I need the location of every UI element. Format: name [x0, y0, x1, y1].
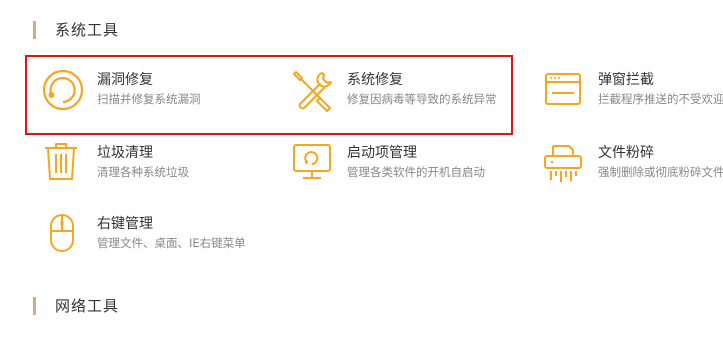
section-accent-bar: [33, 20, 36, 39]
tool-name: 启动项管理: [347, 145, 417, 161]
section-header-network: 网络工具: [33, 295, 119, 316]
refresh-ring-icon: [42, 69, 86, 113]
popup-window-icon: [543, 69, 587, 113]
tool-vulnerability-repair[interactable]: 漏洞修复 扫描并修复系统漏洞: [42, 69, 282, 115]
section-header-system: 系统工具: [33, 19, 119, 40]
tool-name: 系统修复: [347, 72, 403, 88]
tool-name: 右键管理: [97, 216, 153, 232]
section-title: 系统工具: [55, 21, 120, 39]
tool-description: 管理文件、桌面、IE右键菜单: [97, 236, 246, 250]
tool-description: 管理各类软件的开机自启动: [347, 165, 485, 179]
section-accent-bar: [33, 296, 36, 315]
tool-name: 文件粉碎: [598, 145, 654, 161]
tool-system-repair[interactable]: 系统修复 修复因病毒等导致的系统异常: [292, 69, 532, 115]
tool-name: 垃圾清理: [97, 145, 153, 161]
tool-popup-block[interactable]: 弹窗拦截 拦截程序推送的不受欢迎: [543, 69, 723, 115]
tool-description: 拦截程序推送的不受欢迎: [598, 92, 723, 106]
trash-can-icon: [42, 142, 86, 186]
tool-file-shredder[interactable]: 文件粉碎 强制删除或彻底粉碎文件: [543, 142, 723, 188]
tool-junk-cleanup[interactable]: 垃圾清理 清理各种系统垃圾: [42, 142, 282, 188]
wrench-screwdriver-icon: [292, 69, 336, 113]
section-title: 网络工具: [55, 297, 120, 315]
tool-name: 漏洞修复: [97, 72, 153, 88]
monitor-icon: [292, 142, 336, 186]
mouse-icon: [42, 213, 86, 257]
tool-description: 清理各种系统垃圾: [97, 165, 189, 179]
shredder-icon: [543, 142, 587, 186]
tool-description: 强制删除或彻底粉碎文件: [598, 165, 723, 179]
tool-description: 修复因病毒等导致的系统异常: [347, 92, 497, 106]
tool-name: 弹窗拦截: [598, 72, 654, 88]
tool-context-menu-manager[interactable]: 右键管理 管理文件、桌面、IE右键菜单: [42, 213, 282, 259]
tool-description: 扫描并修复系统漏洞: [97, 92, 201, 106]
tool-startup-manager[interactable]: 启动项管理 管理各类软件的开机自启动: [292, 142, 532, 188]
